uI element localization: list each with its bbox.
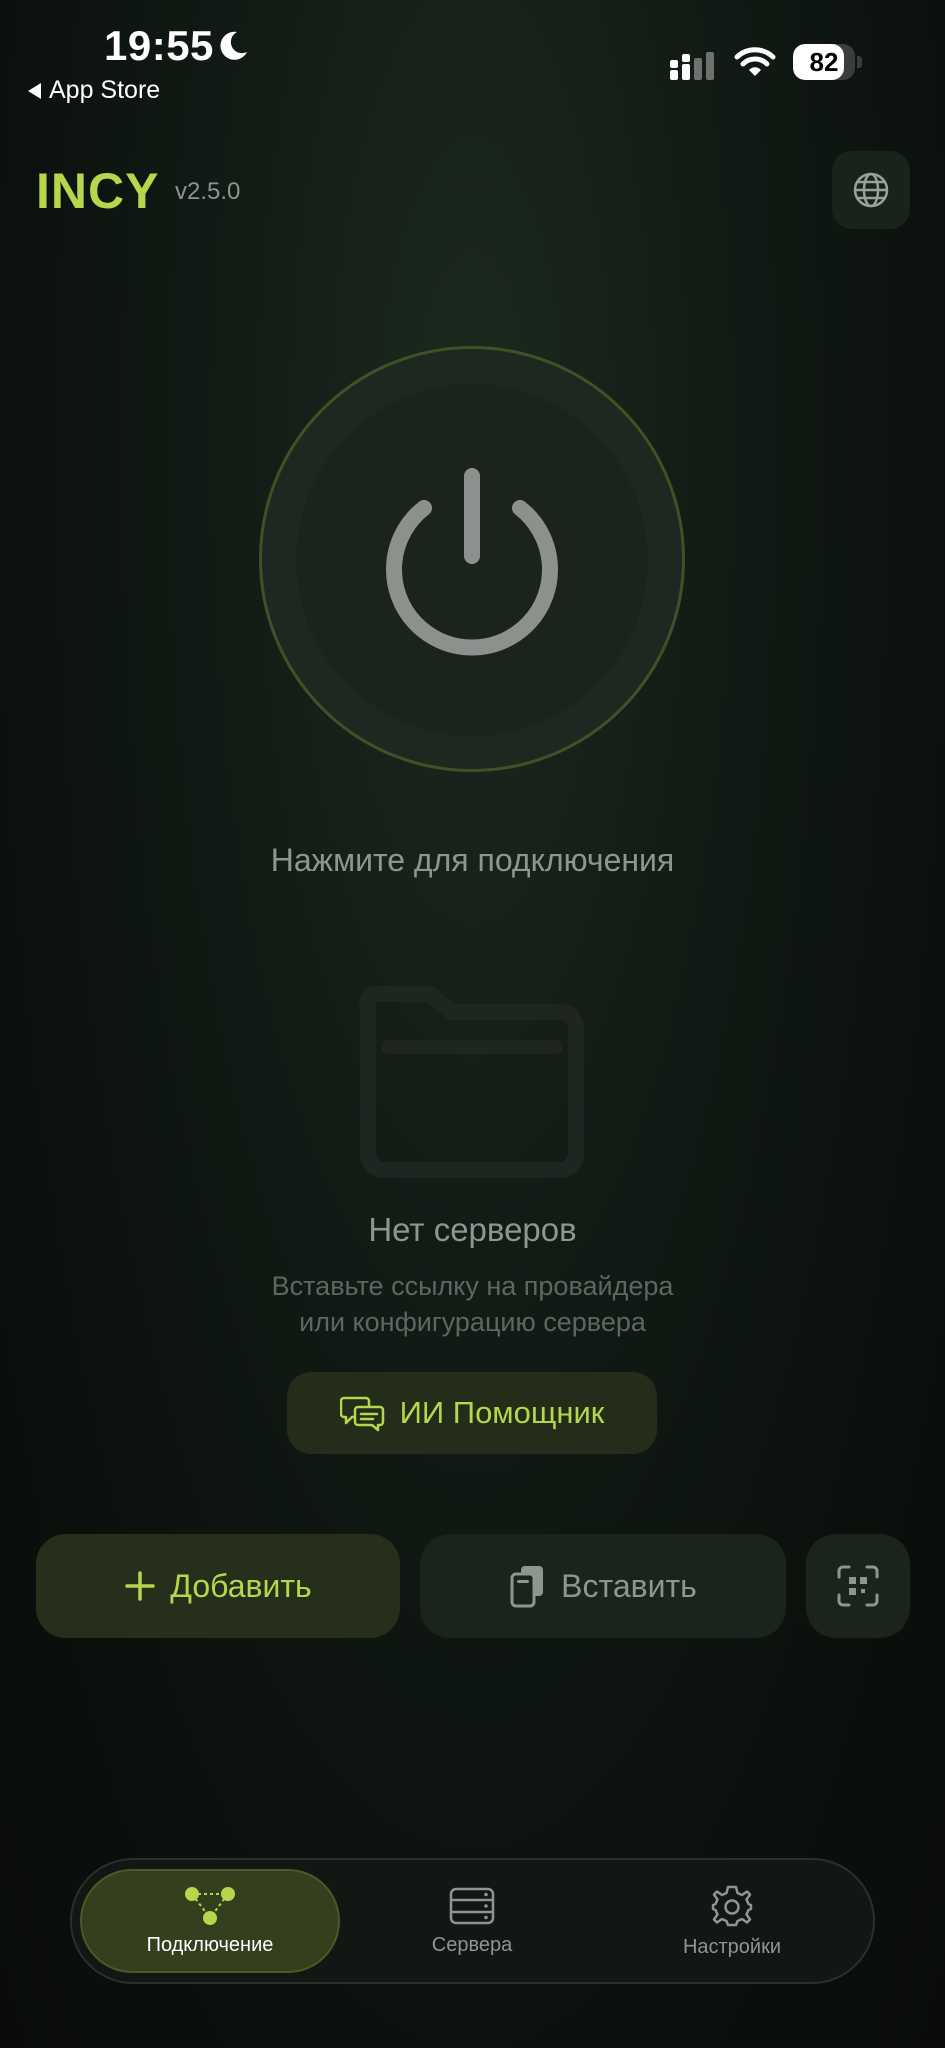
scan-qr-button[interactable] (806, 1534, 910, 1638)
qr-scan-icon (837, 1565, 879, 1607)
chat-bubbles-icon (339, 1396, 384, 1432)
connect-hint: Нажмите для подключения (270, 842, 675, 878)
ai-assistant-label: ИИ Помощник (399, 1395, 605, 1430)
empty-state-title: Нет серверов (368, 1211, 577, 1248)
folder-icon (359, 986, 584, 1178)
language-button[interactable] (832, 151, 910, 229)
tab-servers[interactable]: Сервера (372, 1860, 572, 1982)
globe-icon (853, 172, 889, 208)
moon-icon (220, 31, 247, 60)
empty-state-description: Вставьте ссылку на провайдера или конфиг… (0, 1268, 945, 1340)
tab-settings-label: Настройки (682, 1935, 782, 1958)
empty-state-description-line1: Вставьте ссылку на провайдера (271, 1271, 674, 1301)
wifi-icon (734, 47, 776, 76)
back-arrow-icon (28, 82, 41, 99)
plus-icon (125, 1571, 156, 1601)
back-label: App Store (49, 76, 161, 104)
app-version: v2.5.0 (175, 178, 241, 205)
add-server-label: Добавить (170, 1567, 312, 1604)
power-icon (386, 468, 558, 656)
bottom-tab-bar: Подключение Сервера Настройки (70, 1858, 875, 1984)
cellular-signal-icon (670, 52, 714, 80)
clipboard-paste-icon (510, 1566, 544, 1608)
back-to-app-store[interactable]: App Store (28, 76, 160, 105)
tab-connection-label: Подключение (146, 1933, 274, 1956)
tab-connection[interactable]: Подключение (80, 1869, 340, 1973)
paste-button[interactable]: Вставить (420, 1534, 786, 1638)
gear-icon (711, 1885, 753, 1926)
server-icon (449, 1887, 495, 1924)
ai-assistant-button[interactable]: ИИ Помощник (287, 1372, 657, 1454)
paste-label: Вставить (561, 1567, 697, 1604)
add-server-button[interactable]: Добавить (36, 1534, 400, 1638)
tab-settings[interactable]: Настройки (632, 1860, 832, 1982)
status-time: 19:55 (104, 22, 214, 69)
connection-icon (185, 1886, 235, 1925)
empty-state-description-line2: или конфигурацию сервера (299, 1307, 646, 1337)
battery-level: 82 (809, 47, 839, 77)
app-logo: INCY (36, 163, 160, 219)
battery-indicator: 82 (793, 44, 863, 82)
tab-servers-label: Сервера (431, 1933, 513, 1956)
